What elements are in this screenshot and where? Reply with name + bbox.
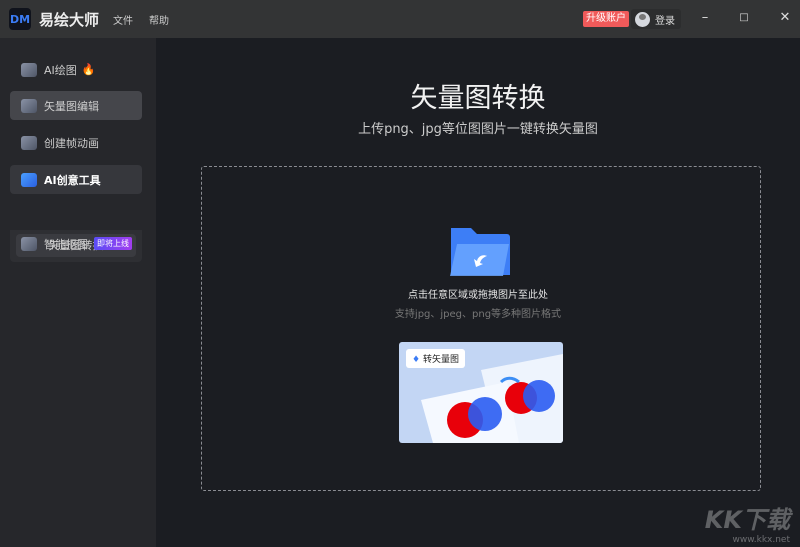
page-title: 矢量图转换 <box>410 83 546 114</box>
supported-formats: 支持jpg、jpeg、png等多种图片格式 <box>394 309 562 320</box>
avatar-icon <box>635 11 650 27</box>
animation-icon <box>21 135 37 150</box>
page-subtitle: 上传png、jpg等位图图片一键转换矢量图 <box>358 122 598 137</box>
ai-draw-icon <box>21 62 37 77</box>
ai-tools-icon <box>21 172 37 187</box>
sidebar-item-label: AI绘图 <box>44 63 77 77</box>
pen-icon: ♦ <box>412 355 421 365</box>
sidebar: AI绘图 🔥 矢量图编辑 创建帧动画 AI创意工具 矢量图转换 智能抠图 即将上线 <box>0 38 156 547</box>
title-bar: DM 易绘大师 文件 帮助 升级账户 登录 – □ ✕ <box>0 0 800 38</box>
sidebar-item-smart-cutout[interactable]: 智能抠图 即将上线 <box>10 229 142 258</box>
watermark: KK下载 www.kkx.net <box>705 500 790 545</box>
vector-edit-icon <box>21 98 37 113</box>
sidebar-item-ai-tools[interactable]: AI创意工具 <box>10 165 142 194</box>
fire-icon: 🔥 <box>81 63 96 76</box>
minimize-button[interactable]: – <box>695 10 715 25</box>
upgrade-account-button[interactable]: 升级账户 <box>583 11 629 27</box>
preview-tag-label: 转矢量图 <box>422 355 459 365</box>
sidebar-item-ai-draw[interactable]: AI绘图 🔥 <box>10 55 142 84</box>
watermark-url: www.kkx.net <box>732 535 791 545</box>
app-name: 易绘大师 <box>39 10 100 29</box>
watermark-brand: KK下载 <box>704 506 790 534</box>
coming-soon-badge: 即将上线 <box>94 237 132 250</box>
convert-vector-tag: ♦ 转矢量图 <box>406 349 465 368</box>
login-label: 登录 <box>655 15 675 27</box>
menu-file[interactable]: 文件 <box>113 12 133 27</box>
close-button[interactable]: ✕ <box>775 10 795 25</box>
sidebar-item-label: 创建帧动画 <box>44 136 99 150</box>
login-button[interactable]: 登录 <box>631 9 681 29</box>
cutout-icon <box>21 236 37 251</box>
folder-upload-icon <box>450 228 510 276</box>
menu-help[interactable]: 帮助 <box>149 12 169 27</box>
sidebar-item-label: AI创意工具 <box>44 173 101 187</box>
maximize-button[interactable]: □ <box>734 12 754 23</box>
sidebar-item-frame-animation[interactable]: 创建帧动画 <box>10 128 142 157</box>
sidebar-item-label: 智能抠图 <box>44 237 88 251</box>
drop-hint: 点击任意区域或拖拽图片至此处 <box>408 290 548 301</box>
app-logo: DM <box>9 8 31 30</box>
sidebar-item-label: 矢量图编辑 <box>44 99 99 113</box>
sidebar-item-vector-edit[interactable]: 矢量图编辑 <box>10 91 142 120</box>
preview-illustration: ♦ 转矢量图 <box>399 342 563 443</box>
